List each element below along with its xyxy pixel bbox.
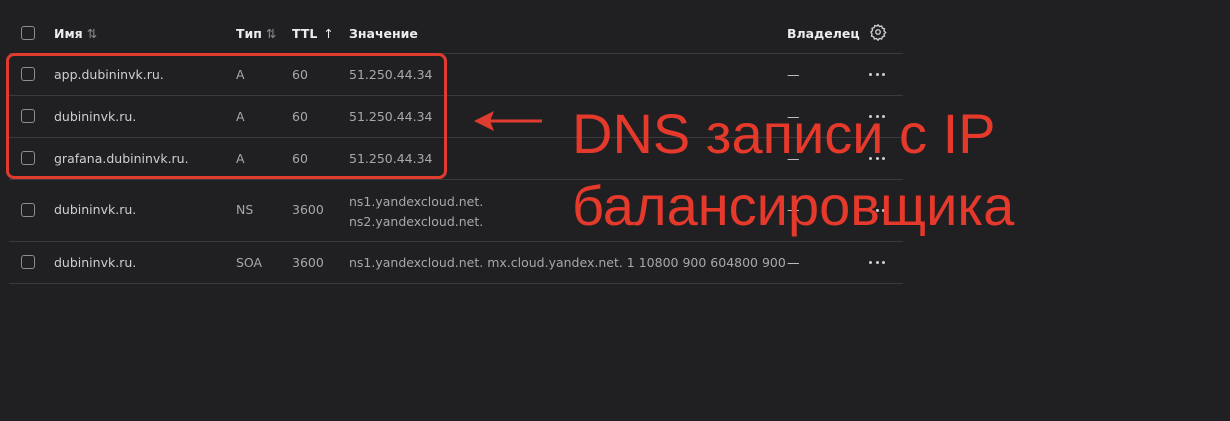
record-ttl: 3600 [292, 202, 324, 217]
column-header-value: Значение [349, 26, 418, 41]
row-checkbox[interactable] [21, 255, 35, 269]
table-row[interactable]: dubininvk.ru. SOA 3600 ns1.yandexcloud.n… [9, 242, 903, 284]
record-value: ns1.yandexcloud.net. ns2.yandexcloud.net… [349, 192, 483, 232]
record-value-line: ns2.yandexcloud.net. [349, 214, 484, 229]
arrow-up-icon: ↑ [323, 26, 334, 41]
column-header-owner: Владелец [787, 26, 860, 41]
record-owner: — [787, 67, 800, 82]
record-ttl: 3600 [292, 255, 324, 270]
annotation-line: DNS записи с IP [572, 102, 996, 165]
table-row[interactable]: app.dubininvk.ru. A 60 51.250.44.34 — [9, 54, 903, 96]
record-ttl: 60 [292, 151, 308, 166]
record-name: app.dubininvk.ru. [54, 67, 164, 82]
more-dots-icon[interactable] [869, 73, 885, 77]
annotation-text: DNS записи с IP балансировщика [572, 98, 1014, 242]
column-header-ttl[interactable]: TTL ↑ [292, 26, 334, 41]
more-dots-icon[interactable] [869, 261, 885, 265]
record-value-line: ns1.yandexcloud.net. [349, 194, 484, 209]
record-value: 51.250.44.34 [349, 151, 433, 166]
row-checkbox[interactable] [21, 67, 35, 81]
record-name: grafana.dubininvk.ru. [54, 151, 189, 166]
select-all-checkbox[interactable] [21, 26, 35, 40]
row-checkbox[interactable] [21, 203, 35, 217]
record-type: A [236, 151, 245, 166]
record-ttl: 60 [292, 109, 308, 124]
record-name: dubininvk.ru. [54, 202, 137, 217]
record-name: dubininvk.ru. [54, 109, 137, 124]
sort-arrows-icon: ⇅ [86, 26, 98, 41]
row-checkbox[interactable] [21, 151, 35, 165]
row-checkbox[interactable] [21, 109, 35, 123]
gear-icon[interactable] [869, 23, 887, 41]
record-owner: — [787, 255, 800, 270]
record-type: A [236, 109, 245, 124]
column-header-type[interactable]: Тип ⇅ [236, 26, 276, 41]
record-name: dubininvk.ru. [54, 255, 137, 270]
record-type: NS [236, 202, 254, 217]
record-value: 51.250.44.34 [349, 67, 433, 82]
record-ttl: 60 [292, 67, 308, 82]
record-value: ns1.yandexcloud.net. mx.cloud.yandex.net… [349, 255, 786, 270]
column-header-name[interactable]: Имя ⇅ [54, 26, 97, 41]
record-type: SOA [236, 255, 263, 270]
record-value: 51.250.44.34 [349, 109, 433, 124]
sort-arrows-icon: ⇅ [265, 26, 277, 41]
annotation-line: балансировщика [572, 174, 1015, 237]
table-header: Имя ⇅ Тип ⇅ TTL ↑ Значение Владелец [9, 13, 903, 54]
record-type: A [236, 67, 245, 82]
annotation-arrow-icon [474, 111, 542, 131]
